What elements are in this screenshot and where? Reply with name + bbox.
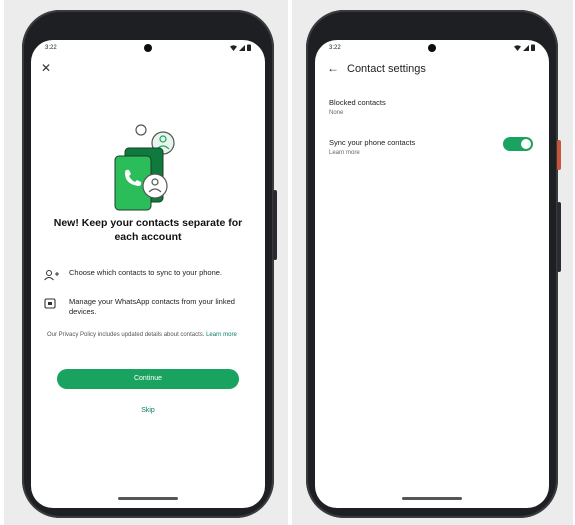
battery-icon <box>531 44 535 51</box>
back-arrow-icon[interactable]: ← <box>327 62 339 74</box>
sync-contacts-toggle[interactable] <box>503 137 533 151</box>
home-indicator <box>118 497 178 500</box>
status-time: 3:22 <box>329 45 341 51</box>
front-camera <box>428 44 436 52</box>
home-indicator <box>402 497 462 500</box>
continue-button[interactable]: Continue <box>57 369 239 389</box>
feature-text-sync: Choose which contacts to sync to your ph… <box>69 268 223 277</box>
right-phone-frame: 3:22 ← Contact settings Blocked contacts… <box>306 10 561 518</box>
blocked-contacts-label: Blocked contacts <box>329 98 386 107</box>
signal-icon <box>523 44 529 51</box>
battery-icon <box>247 44 251 51</box>
right-phone-volume-button <box>557 202 561 272</box>
front-camera <box>144 44 152 52</box>
status-bar: 3:22 <box>315 40 549 56</box>
system-icons <box>514 44 535 51</box>
privacy-learn-more-link[interactable]: Learn more <box>206 332 237 338</box>
left-phone-frame: 3:22 ✕ New! Keep your contacts separate … <box>22 10 277 518</box>
signal-icon <box>239 44 245 51</box>
feature-item-linked-devices: Manage your WhatsApp contacts from your … <box>43 297 253 317</box>
linked-devices-icon <box>44 298 56 309</box>
sync-learn-more-link[interactable]: Learn more <box>329 150 360 156</box>
privacy-policy-notice: Our Privacy Policy includes updated deta… <box>47 331 249 339</box>
blocked-contacts-value: None <box>329 110 344 116</box>
system-icons <box>230 44 251 51</box>
contact-sync-icon <box>44 270 59 281</box>
onboarding-title: New! Keep your contacts separate for eac… <box>53 217 243 243</box>
feature-item-sync: Choose which contacts to sync to your ph… <box>43 268 253 281</box>
contact-avatar-bottom-icon <box>142 173 168 199</box>
feature-text-linked-devices: Manage your WhatsApp contacts from your … <box>69 297 235 316</box>
contact-settings-screen: 3:22 ← Contact settings Blocked contacts… <box>315 40 549 508</box>
skip-button[interactable]: Skip <box>31 407 265 414</box>
right-phone-power-button <box>557 140 561 170</box>
wifi-icon <box>230 44 237 51</box>
left-phone-power-button <box>273 190 277 260</box>
close-icon[interactable]: ✕ <box>41 62 51 74</box>
page-title: Contact settings <box>347 63 426 75</box>
onboarding-screen: 3:22 ✕ New! Keep your contacts separate … <box>31 40 265 508</box>
privacy-policy-text: Our Privacy Policy includes updated deta… <box>47 332 205 338</box>
wifi-icon <box>514 44 521 51</box>
contacts-illustration <box>114 124 175 211</box>
status-time: 3:22 <box>45 45 57 51</box>
sync-contacts-label: Sync your phone contacts <box>329 138 416 147</box>
bubble-small-icon <box>135 124 147 136</box>
toggle-knob <box>521 139 531 149</box>
status-bar: 3:22 <box>31 40 265 56</box>
